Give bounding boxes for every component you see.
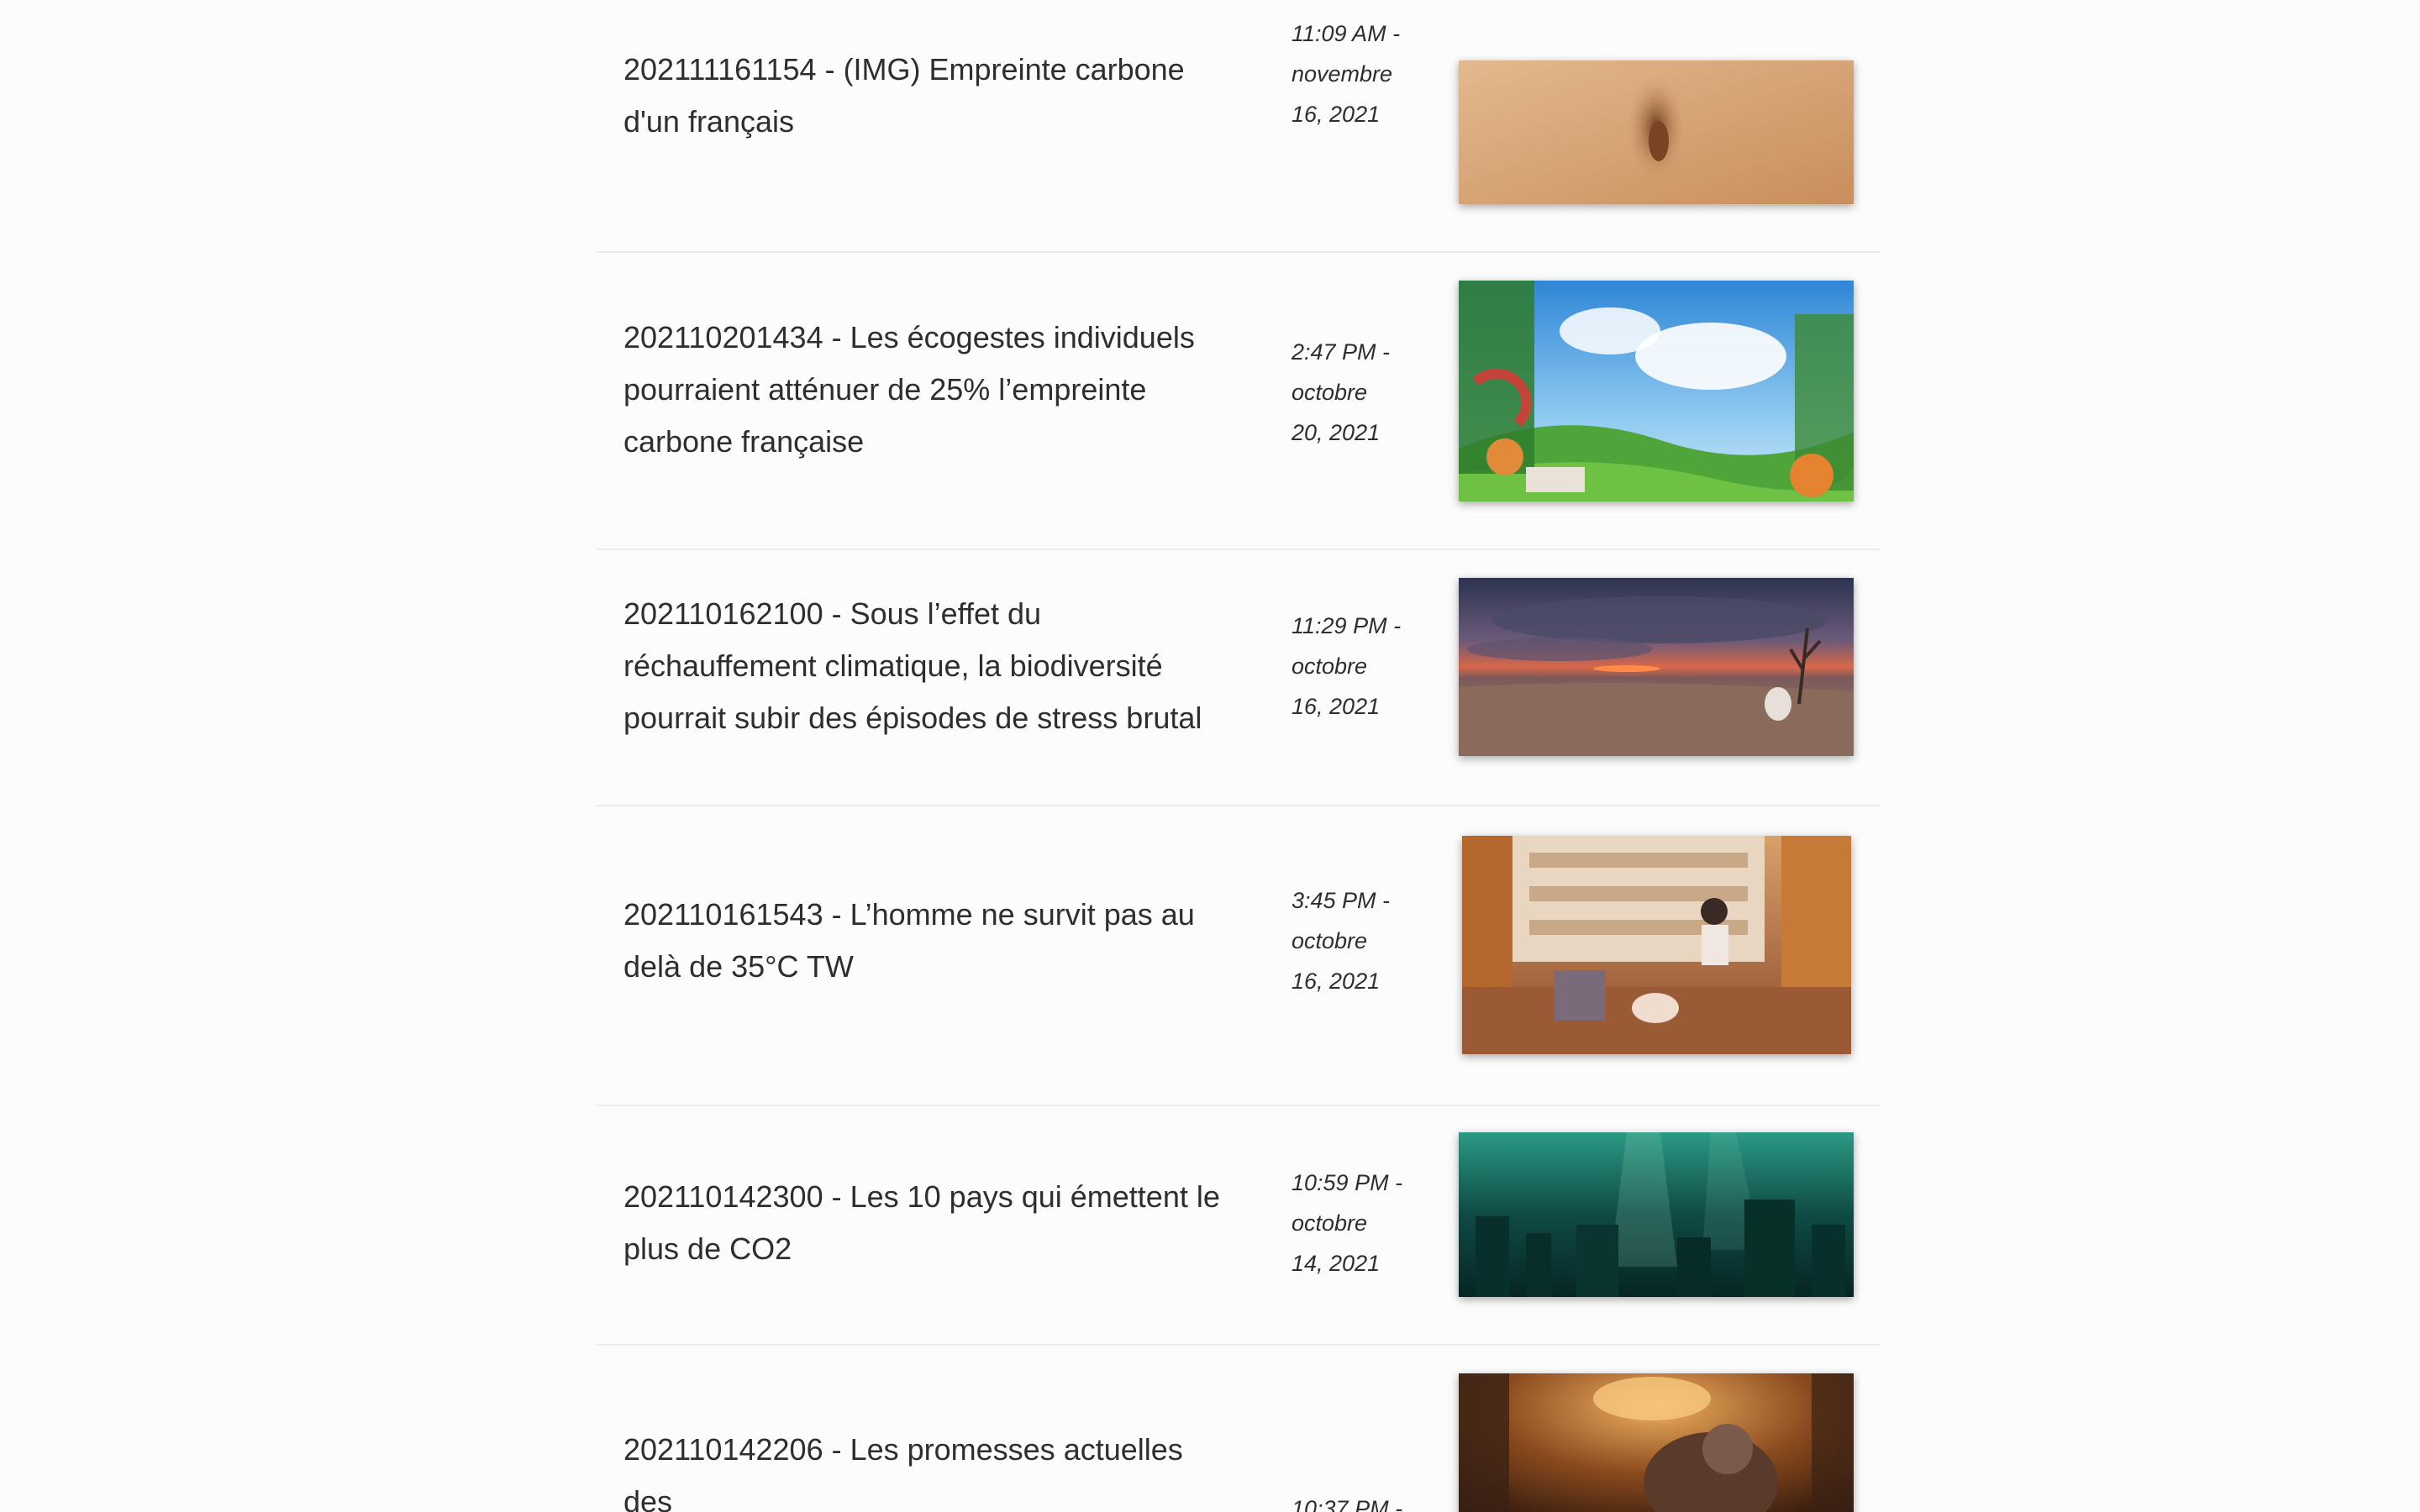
article-title-link[interactable]: 202110201434 - Les écogestes individuels…: [623, 312, 1237, 468]
desert-sunset-illustration: [1459, 578, 1854, 756]
article-title-link[interactable]: 202110162100 - Sous l’effet du réchauffe…: [623, 588, 1237, 744]
green-landscape-illustration: [1459, 281, 1854, 501]
article-date: 10:59 PM - octobre 14, 2021: [1292, 1170, 1403, 1276]
article-date: 2:47 PM - octobre 20, 2021: [1292, 339, 1391, 445]
skin-closeup-illustration: [1459, 60, 1854, 204]
article-thumbnail[interactable]: [1462, 836, 1851, 1054]
article-title-link[interactable]: 202111161154 - (IMG) Empreinte carbone d…: [623, 44, 1237, 148]
article-list-page: 202111161154 - (IMG) Empreinte carbone d…: [0, 0, 2420, 1512]
article-date: 11:09 AM - novembre 16, 2021: [1292, 21, 1401, 127]
article-title-link[interactable]: 202110142300 - Les 10 pays qui émettent …: [623, 1171, 1237, 1275]
list-item[interactable]: 202110161543 - L’homme ne survit pas au …: [597, 805, 1881, 1106]
article-thumbnail[interactable]: [1459, 578, 1854, 756]
article-title-link[interactable]: 202110142206 - Les promesses actuelles d…: [623, 1432, 1237, 1512]
list-item[interactable]: 202110162100 - Sous l’effet du réchauffe…: [597, 549, 1881, 806]
article-title-link[interactable]: 202110161543 - L’homme ne survit pas au …: [623, 889, 1237, 993]
article-date: 3:45 PM - octobre 16, 2021: [1292, 888, 1391, 994]
woman-balcony-illustration: [1462, 836, 1851, 1054]
list-item[interactable]: 202110201434 - Les écogestes individuels…: [597, 251, 1881, 550]
underwater-city-illustration: [1459, 1132, 1854, 1297]
article-thumbnail[interactable]: [1459, 1132, 1854, 1297]
article-thumbnail[interactable]: [1459, 281, 1854, 501]
article-thumbnail[interactable]: [1459, 60, 1854, 204]
article-thumbnail[interactable]: [1459, 1373, 1854, 1512]
list-item[interactable]: 202110142206 - Les promesses actuelles d…: [597, 1344, 1881, 1512]
warm-interior-illustration: [1459, 1373, 1854, 1512]
list-item[interactable]: 202110142300 - Les 10 pays qui émettent …: [597, 1105, 1881, 1346]
article-date: 11:29 PM - octobre 16, 2021: [1292, 613, 1402, 719]
article-date: 10:37 PM -: [1292, 1496, 1403, 1512]
list-item[interactable]: 202111161154 - (IMG) Empreinte carbone d…: [597, 0, 1881, 253]
